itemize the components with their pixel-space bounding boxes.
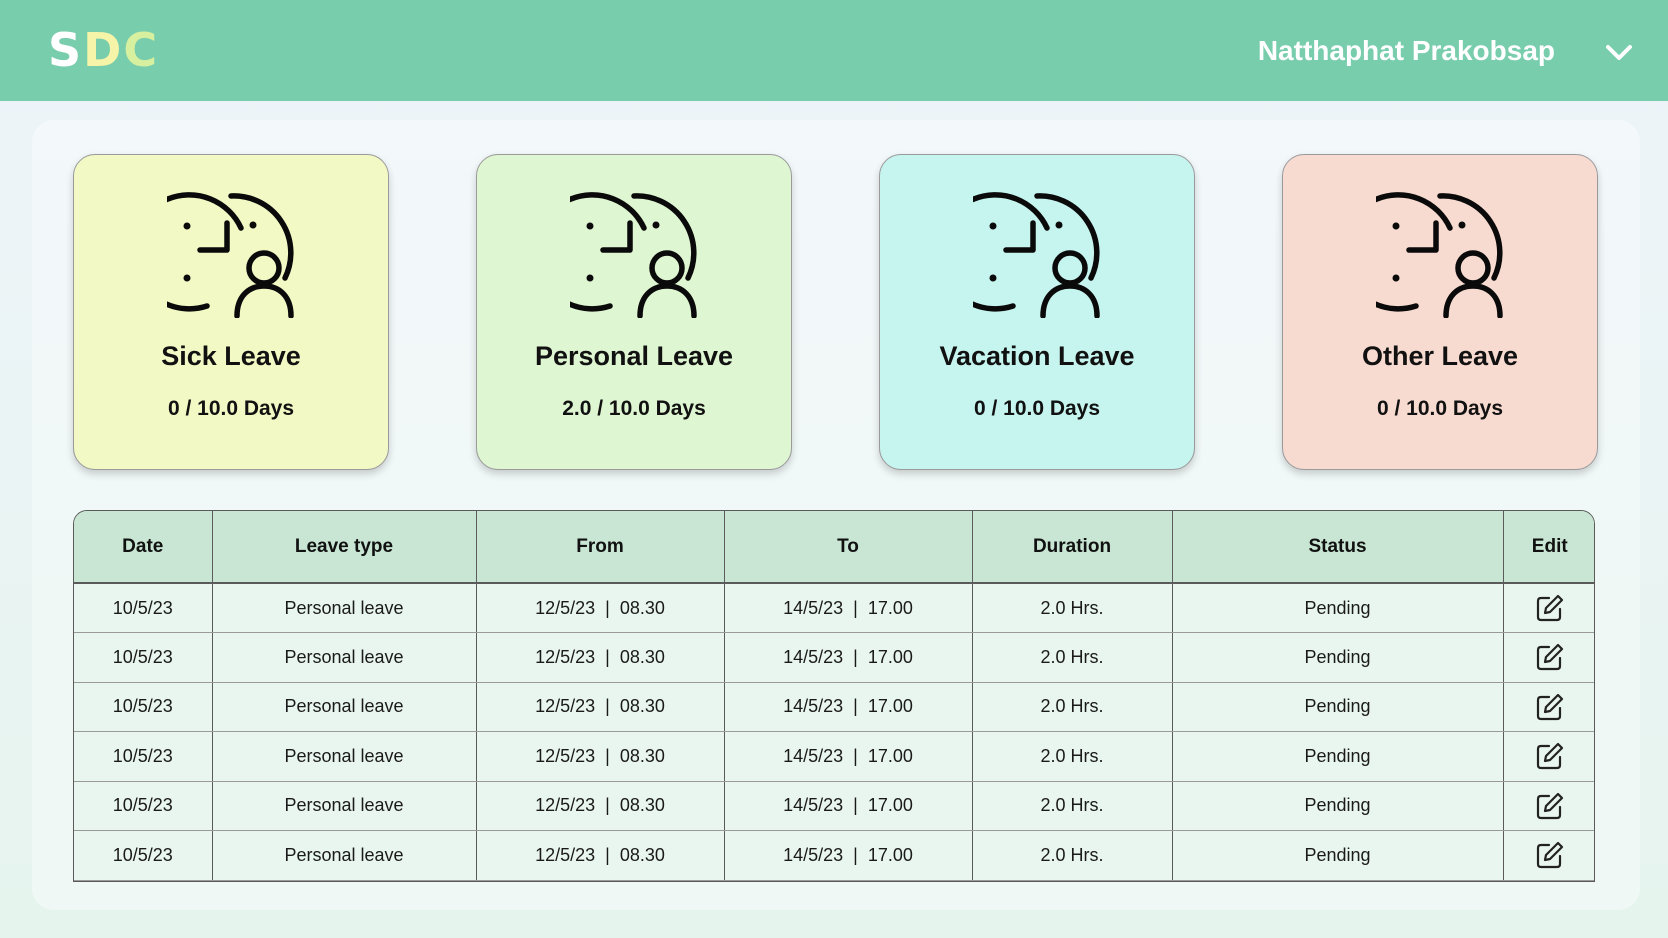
- top-bar: S D C Natthaphat Prakobsap: [0, 0, 1668, 101]
- cell-leave-type: Personal leave: [212, 632, 477, 683]
- cell-status: Pending: [1172, 632, 1504, 683]
- cell-leave-type: Personal leave: [212, 830, 477, 881]
- cell-date: 10/5/23: [74, 830, 213, 881]
- cell-duration: 2.0 Hrs.: [972, 731, 1173, 782]
- table-row: 10/5/23 Personal leave 12/5/23 | 08.30 14/5…: [74, 583, 1594, 633]
- clock-user-icon: [167, 192, 294, 318]
- leave-card-days: 0 / 10.0 Days: [973, 397, 1101, 420]
- cell-from: 12/5/23 | 08.30: [476, 583, 725, 633]
- table-row: 10/5/23 Personal leave 12/5/23 | 08.30 14/5…: [74, 830, 1594, 881]
- header-from[interactable]: From: [476, 511, 725, 584]
- cell-duration: 2.0 Hrs.: [972, 682, 1173, 732]
- header-duration[interactable]: Duration: [972, 511, 1173, 584]
- logo-letter-s: S: [48, 23, 84, 77]
- cell-from: 12/5/23 | 08.30: [476, 781, 725, 831]
- leave-card[interactable]: Sick Leave 0 / 10.0 Days: [73, 154, 389, 470]
- leave-card-title: Sick Leave: [161, 341, 301, 371]
- cell-leave-type: Personal leave: [212, 731, 477, 782]
- cell-edit: [1503, 682, 1594, 732]
- edit-icon[interactable]: [1535, 642, 1565, 672]
- leave-card-title: Other Leave: [1361, 341, 1519, 371]
- table-header-row: Date Leave type From To Duration Status …: [74, 511, 1594, 584]
- sdc-logo[interactable]: S D C: [48, 20, 159, 80]
- clock-user-icon: [570, 192, 697, 318]
- leave-card[interactable]: Other Leave 0 / 10.0 Days: [1282, 154, 1598, 470]
- cell-from: 12/5/23 | 08.30: [476, 830, 725, 881]
- cell-date: 10/5/23: [74, 583, 213, 633]
- cell-status: Pending: [1172, 781, 1504, 831]
- chevron-down-icon[interactable]: [1603, 40, 1635, 66]
- cell-date: 10/5/23: [74, 682, 213, 732]
- clock-user-icon: [973, 192, 1100, 318]
- user-name[interactable]: Natthaphat Prakobsap: [1258, 31, 1555, 71]
- table-row: 10/5/23 Personal leave 12/5/23 | 08.30 14/5…: [74, 781, 1594, 831]
- cell-to: 14/5/23 | 17.00: [724, 731, 973, 782]
- logo-letter-d: D: [83, 23, 124, 77]
- cell-date: 10/5/23: [74, 731, 213, 782]
- logo-letter-c: C: [123, 23, 160, 77]
- edit-icon[interactable]: [1535, 593, 1565, 623]
- header-to[interactable]: To: [724, 511, 973, 584]
- leave-card[interactable]: Personal Leave 2.0 / 10.0 Days: [476, 154, 792, 470]
- header-leave-type[interactable]: Leave type: [212, 511, 477, 584]
- table-row: 10/5/23 Personal leave 12/5/23 | 08.30 14/5…: [74, 682, 1594, 732]
- leave-card-title: Personal Leave: [534, 341, 734, 371]
- leave-table: Date Leave type From To Duration Status …: [73, 510, 1595, 882]
- cell-to: 14/5/23 | 17.00: [724, 632, 973, 683]
- cell-from: 12/5/23 | 08.30: [476, 682, 725, 732]
- header-status[interactable]: Status: [1172, 511, 1504, 584]
- cell-leave-type: Personal leave: [212, 583, 477, 633]
- leave-card-days: 0 / 10.0 Days: [1376, 397, 1504, 420]
- cell-edit: [1503, 632, 1594, 683]
- cell-leave-type: Personal leave: [212, 682, 477, 732]
- table-row: 10/5/23 Personal leave 12/5/23 | 08.30 14/5…: [74, 731, 1594, 782]
- cell-edit: [1503, 731, 1594, 782]
- edit-icon[interactable]: [1535, 840, 1565, 870]
- cell-edit: [1503, 830, 1594, 881]
- cell-from: 12/5/23 | 08.30: [476, 632, 725, 683]
- header-edit: Edit: [1503, 511, 1594, 584]
- cell-edit: [1503, 781, 1594, 831]
- leave-card-days: 2.0 / 10.0 Days: [562, 397, 706, 420]
- cell-status: Pending: [1172, 731, 1504, 782]
- cell-duration: 2.0 Hrs.: [972, 632, 1173, 683]
- cell-status: Pending: [1172, 583, 1504, 633]
- cell-leave-type: Personal leave: [212, 781, 477, 831]
- edit-icon[interactable]: [1535, 791, 1565, 821]
- header-date[interactable]: Date: [74, 511, 213, 584]
- leave-card-title: Vacation Leave: [939, 341, 1135, 371]
- table-row: 10/5/23 Personal leave 12/5/23 | 08.30 14/5…: [74, 632, 1594, 683]
- cell-date: 10/5/23: [74, 632, 213, 683]
- leave-card-days: 0 / 10.0 Days: [167, 397, 295, 420]
- edit-icon[interactable]: [1535, 692, 1565, 722]
- cell-to: 14/5/23 | 17.00: [724, 830, 973, 881]
- edit-icon[interactable]: [1535, 741, 1565, 771]
- cell-status: Pending: [1172, 830, 1504, 881]
- cell-to: 14/5/23 | 17.00: [724, 583, 973, 633]
- leave-card[interactable]: Vacation Leave 0 / 10.0 Days: [879, 154, 1195, 470]
- cell-edit: [1503, 583, 1594, 633]
- cell-to: 14/5/23 | 17.00: [724, 781, 973, 831]
- clock-user-icon: [1376, 192, 1503, 318]
- cell-from: 12/5/23 | 08.30: [476, 731, 725, 782]
- cell-to: 14/5/23 | 17.00: [724, 682, 973, 732]
- cell-date: 10/5/23: [74, 781, 213, 831]
- cell-duration: 2.0 Hrs.: [972, 830, 1173, 881]
- cell-duration: 2.0 Hrs.: [972, 583, 1173, 633]
- cell-duration: 2.0 Hrs.: [972, 781, 1173, 831]
- cell-status: Pending: [1172, 682, 1504, 732]
